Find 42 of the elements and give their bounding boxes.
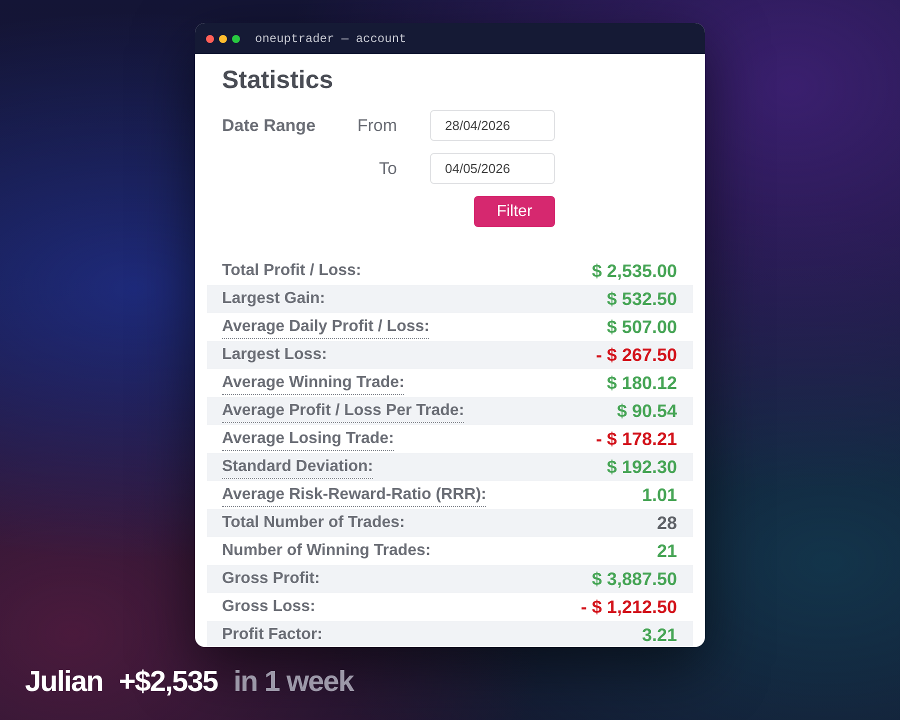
caption-gain: +$2,535 (118, 665, 218, 699)
stat-value: 1.01 (642, 484, 677, 506)
minimize-icon[interactable] (219, 34, 227, 42)
stat-value: - $ 178.21 (596, 428, 677, 450)
page-heading: Statistics (222, 65, 334, 96)
maximize-icon[interactable] (232, 34, 240, 42)
stat-label: Profit Factor: (222, 625, 322, 645)
stat-label: Average Daily Profit / Loss: (222, 316, 430, 338)
stat-value: 28 (656, 512, 677, 534)
stat-value: $ 507.00 (606, 316, 677, 338)
filter-button[interactable]: Filter (474, 196, 555, 227)
stat-label: Largest Gain: (222, 289, 326, 309)
stat-value: 21 (656, 540, 677, 562)
stat-value: $ 3,887.50 (592, 568, 677, 590)
close-icon[interactable] (206, 34, 214, 42)
stat-label: Gross Loss: (222, 597, 316, 617)
date-field[interactable]: 04/05/2026 (430, 153, 555, 184)
stat-value: $ 532.50 (606, 288, 677, 310)
stat-label: Average Risk-Reward-Ratio (RRR): (222, 484, 486, 506)
stat-value: - $ 1,212.50 (580, 596, 677, 618)
stat-label: Average Winning Trade: (222, 372, 404, 394)
stat-value: - $ 267.50 (596, 344, 677, 366)
stat-label: Number of Winning Trades: (222, 541, 431, 561)
caption-name: Julian (25, 665, 103, 699)
stat-label: Total Profit / Loss: (222, 261, 362, 281)
stat-label: Standard Deviation: (222, 456, 374, 478)
stat-value: $ 180.12 (606, 372, 677, 394)
caption-period: in 1 week (233, 665, 354, 699)
stat-label: Average Losing Trade: (222, 428, 394, 450)
date-field[interactable]: 28/04/2026 (430, 110, 555, 141)
date-range-label: Date Range (222, 114, 316, 137)
to-label: To (379, 158, 397, 180)
stat-value: $ 2,535.00 (592, 260, 677, 282)
stat-label: Largest Loss: (222, 345, 327, 365)
stat-label: Average Profit / Loss Per Trade: (222, 400, 464, 422)
stat-value: $ 192.30 (606, 456, 677, 478)
from-label: From (357, 114, 397, 137)
stat-label: Total Number of Trades: (222, 513, 405, 533)
stat-value: $ 90.54 (616, 400, 677, 422)
stat-label: Gross Profit: (222, 569, 320, 589)
window-title: oneuptrader — account (255, 30, 406, 48)
stat-value: 3.21 (642, 624, 677, 646)
